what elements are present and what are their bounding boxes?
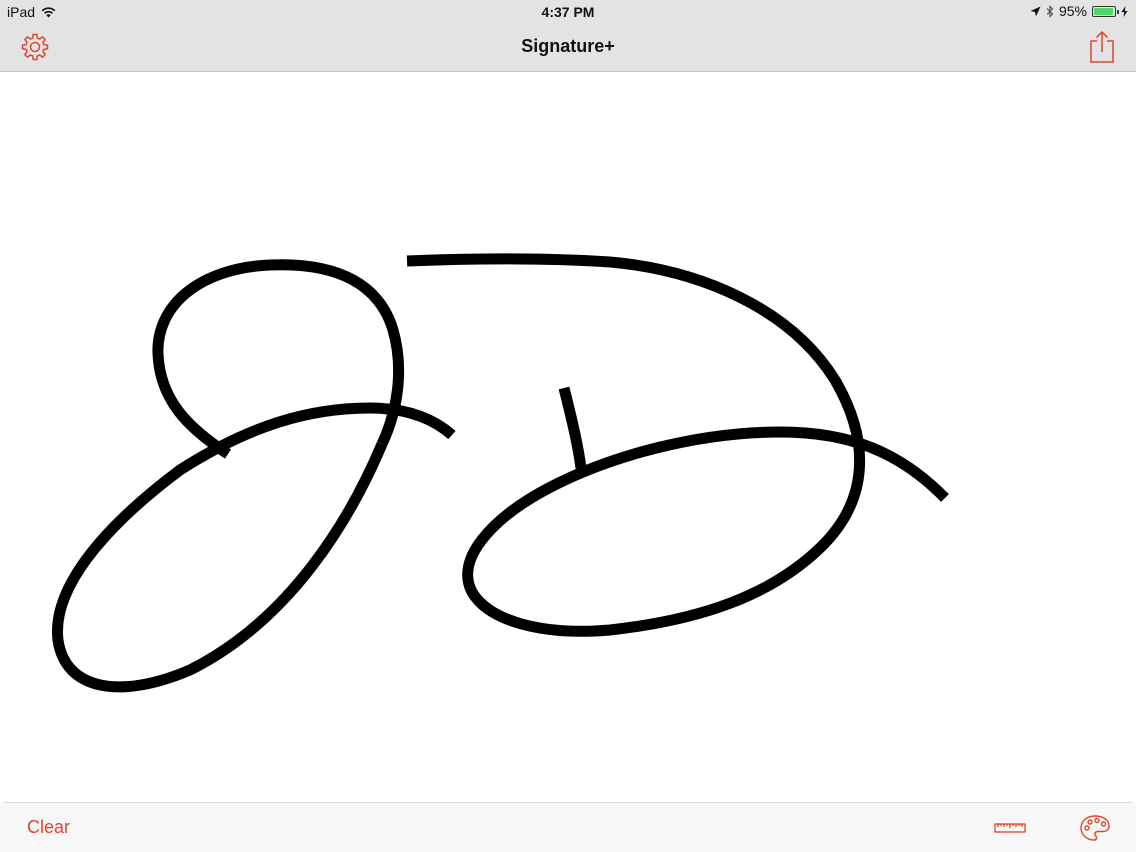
signature-stroke-stem (558, 386, 587, 469)
ruler-button[interactable] (994, 820, 1026, 836)
battery-cap (1117, 9, 1119, 14)
signature-stroke-d-top (406, 253, 949, 637)
battery-icon (1092, 5, 1119, 17)
navigation-bar: Signature+ (0, 24, 1136, 72)
signature-app-screen: iPad 4:37 PM 95% Signature+ Clear (0, 0, 1136, 852)
color-palette-button[interactable] (1079, 814, 1111, 842)
signature-strokes (52, 253, 949, 693)
page-title: Signature+ (521, 36, 615, 56)
toolbar-divider (4, 802, 1132, 803)
share-button[interactable] (1088, 30, 1116, 64)
signature-stroke-j-lower (52, 402, 456, 693)
status-bar: iPad 4:37 PM 95% (0, 0, 1136, 24)
palette-icon (1080, 815, 1110, 841)
bottom-toolbar: Clear (0, 802, 1136, 852)
charging-bolt-icon (1121, 5, 1128, 17)
battery-fill (1094, 7, 1113, 15)
share-icon (1090, 30, 1114, 63)
ruler-icon (994, 823, 1026, 833)
bluetooth-icon (1046, 4, 1054, 18)
status-right: 95% (1030, 3, 1128, 19)
status-time: 4:37 PM (541, 4, 595, 20)
battery-percent: 95% (1058, 3, 1087, 19)
signature-canvas[interactable] (0, 72, 1136, 802)
clear-button[interactable]: Clear (27, 817, 70, 838)
location-arrow-icon (1030, 6, 1041, 16)
